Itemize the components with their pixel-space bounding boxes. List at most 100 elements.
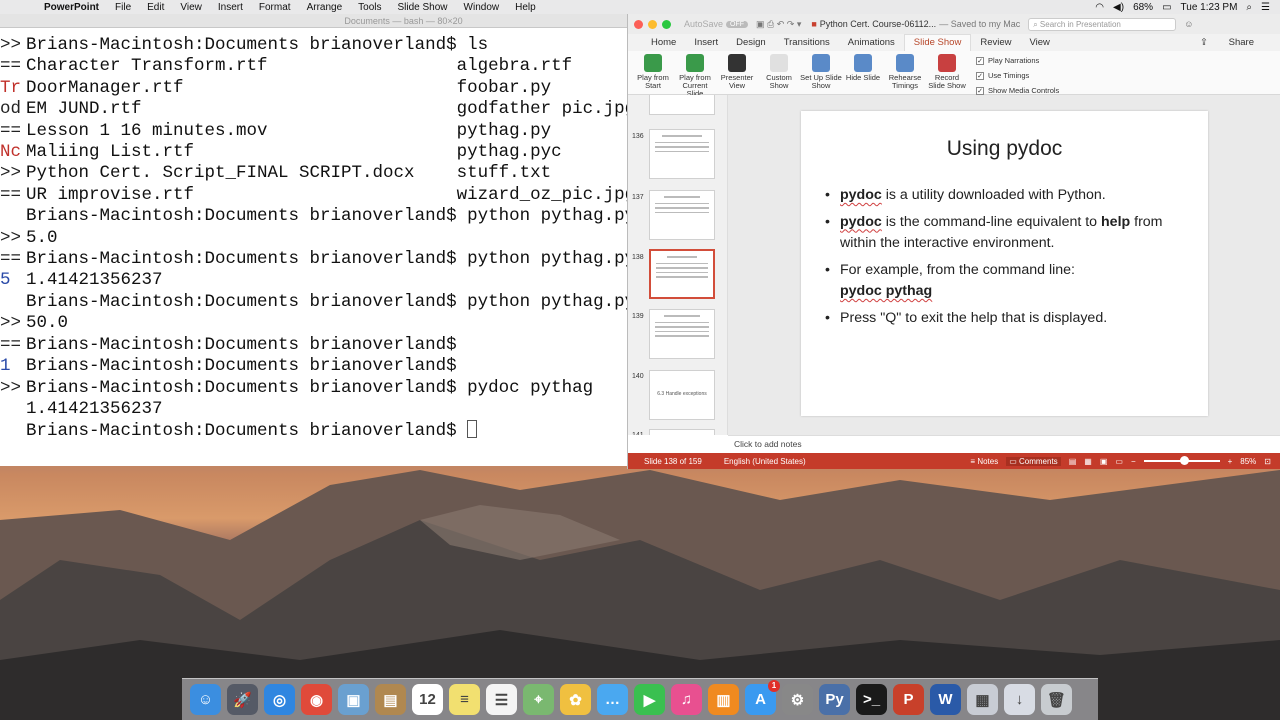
ppt-titlebar[interactable]: AutoSave OFF ▣ ⎙ ↶ ↷ ▾ ■ Python Cert. Co… <box>628 14 1280 34</box>
menu-format[interactable]: Format <box>259 2 291 13</box>
slideshow-view-icon[interactable]: ▭ <box>1115 457 1123 466</box>
terminal-titlebar[interactable]: Documents — bash — 80×20 <box>0 14 627 28</box>
checkbox-icon[interactable]: ✓ <box>976 56 984 65</box>
zoom-out-icon[interactable]: − <box>1131 457 1136 466</box>
comments-toggle[interactable]: ▭ Comments <box>1006 456 1061 466</box>
language[interactable]: English (United States) <box>724 457 806 466</box>
dock-facetime-icon[interactable]: ▶ <box>634 684 665 715</box>
clock[interactable]: Tue 1:23 PM <box>1181 2 1238 13</box>
notes-toggle[interactable]: ≡ Notes <box>970 457 998 466</box>
slide-editor[interactable]: Using pydoc pydoc is a utility downloade… <box>728 95 1280 435</box>
thumbnail-141[interactable] <box>649 429 715 435</box>
dock-terminal-icon[interactable]: >_ <box>856 684 887 715</box>
checkbox-icon[interactable]: ✓ <box>976 86 984 95</box>
tab-slide-show[interactable]: Slide Show <box>903 34 972 51</box>
menu-window[interactable]: Window <box>464 2 500 13</box>
current-slide[interactable]: Using pydoc pydoc is a utility downloade… <box>801 111 1208 416</box>
notes-pane[interactable]: Click to add notes <box>728 435 1280 453</box>
menu-slide-show[interactable]: Slide Show <box>398 2 448 13</box>
check-play-narrations[interactable]: ✓ Play Narrations <box>976 53 1059 68</box>
thumbnail-140[interactable]: 6.3 Handle exceptions <box>649 370 715 420</box>
dock-launchpad-icon[interactable]: 🚀 <box>227 684 258 715</box>
ribbon-button-record-slide-show[interactable]: Record Slide Show <box>926 54 968 98</box>
dock-downloads-icon[interactable]: ↓ <box>1004 684 1035 715</box>
zoom-slider-thumb[interactable] <box>1179 456 1189 465</box>
minimize-button[interactable] <box>648 19 657 29</box>
dock-notes-icon[interactable]: ≡ <box>449 684 480 715</box>
ribbon-button-presenter-view[interactable]: Presenter View <box>716 54 758 98</box>
reading-view-icon[interactable]: ▣ <box>1100 457 1108 466</box>
volume-icon[interactable]: ◀) <box>1113 2 1124 13</box>
zoom-slider[interactable] <box>1143 456 1220 465</box>
dock-maps-icon[interactable]: ⌖ <box>523 684 554 715</box>
ribbon-button-play-from-current-slide[interactable]: Play from Current Slide <box>674 54 716 98</box>
dock-preview-icon[interactable]: ▣ <box>338 684 369 715</box>
share-button[interactable]: ⇪ Share <box>1182 37 1272 48</box>
notification-center-icon[interactable]: ☰ <box>1261 2 1270 13</box>
thumbnail-137[interactable] <box>649 190 715 240</box>
dock-trash-icon[interactable]: 🗑 <box>1041 684 1072 715</box>
tab-transitions[interactable]: Transitions <box>775 37 839 48</box>
ribbon-button-play-from-start[interactable]: Play from Start <box>632 54 674 98</box>
menu-file[interactable]: File <box>115 2 131 13</box>
menu-view[interactable]: View <box>180 2 202 13</box>
battery-icon[interactable]: ▭ <box>1162 2 1171 13</box>
menu-arrange[interactable]: Arrange <box>307 2 343 13</box>
dock-powerpoint-icon[interactable]: P <box>893 684 924 715</box>
dock-app-store-icon[interactable]: A1 <box>745 680 780 715</box>
search-input[interactable]: ⌕ Search in Presentation <box>1028 17 1177 31</box>
ribbon-button-custom-show[interactable]: Custom Show <box>758 54 800 98</box>
terminal-output[interactable]: Brians-Macintosh:Documents brianoverland… <box>26 35 627 443</box>
wifi-icon[interactable]: ◠ <box>1095 2 1104 13</box>
thumbnail-139[interactable] <box>649 309 715 359</box>
thumbnail-138-selected[interactable] <box>649 249 715 299</box>
menu-app-name[interactable]: PowerPoint <box>44 2 99 13</box>
dock-folder-icon[interactable]: ▦ <box>967 684 998 715</box>
tab-review[interactable]: Review <box>971 37 1020 48</box>
quick-access-icons[interactable]: ▣ ⎙ ↶ ↷ ▾ <box>756 19 801 30</box>
autosave-toggle[interactable]: OFF <box>726 20 749 28</box>
check-use-timings[interactable]: ✓ Use Timings <box>976 68 1059 83</box>
dock-ibooks-icon[interactable]: ▥ <box>708 684 739 715</box>
tab-design[interactable]: Design <box>727 37 775 48</box>
menu-insert[interactable]: Insert <box>218 2 243 13</box>
slide-thumbnail-pane[interactable]: 136 137 138 139 140 6.3 Handle exception… <box>628 95 728 435</box>
tab-animations[interactable]: Animations <box>839 37 904 48</box>
dock-python-launcher-icon[interactable]: Py <box>819 684 850 715</box>
dock-itunes-icon[interactable]: ♫ <box>671 684 702 715</box>
thumbnail-135[interactable] <box>649 95 715 115</box>
tab-insert[interactable]: Insert <box>685 37 727 48</box>
slide-bullets[interactable]: pydoc is a utility downloaded with Pytho… <box>825 185 1195 334</box>
normal-view-icon[interactable]: ▤ <box>1069 457 1077 466</box>
menu-edit[interactable]: Edit <box>147 2 164 13</box>
tab-view[interactable]: View <box>1020 37 1058 48</box>
ribbon-button-set-up-slide-show[interactable]: Set Up Slide Show <box>800 54 842 98</box>
dock-chrome-icon[interactable]: ◉ <box>301 684 332 715</box>
menu-tools[interactable]: Tools <box>358 2 381 13</box>
dock-calendar-icon[interactable]: 12 <box>412 684 443 715</box>
battery-percent[interactable]: 68% <box>1133 2 1153 13</box>
slide-title[interactable]: Using pydoc <box>801 137 1208 161</box>
dock-contacts-icon[interactable]: ▤ <box>375 684 406 715</box>
terminal-window[interactable]: Documents — bash — 80×20 >> == Tr od == Nc >> =… <box>0 14 627 466</box>
dock-word-icon[interactable]: W <box>930 684 961 715</box>
spotlight-icon[interactable]: ⌕ <box>1246 2 1252 13</box>
dock-safari-icon[interactable]: ◎ <box>264 684 295 715</box>
zoom-in-icon[interactable]: + <box>1228 457 1233 466</box>
powerpoint-window[interactable]: AutoSave OFF ▣ ⎙ ↶ ↷ ▾ ■ Python Cert. Co… <box>627 14 1280 469</box>
menu-help[interactable]: Help <box>515 2 536 13</box>
smiley-feedback-icon[interactable]: ☺ <box>1184 19 1193 29</box>
fit-slide-icon[interactable]: ⊡ <box>1264 457 1271 466</box>
close-button[interactable] <box>634 19 643 29</box>
dock-finder-icon[interactable]: ☺ <box>190 684 221 715</box>
zoom-level[interactable]: 85% <box>1240 457 1256 466</box>
ribbon-button-rehearse-timings[interactable]: Rehearse Timings <box>884 54 926 98</box>
dock-system-prefs-icon[interactable]: ⚙ <box>782 684 813 715</box>
tab-home[interactable]: Home <box>642 37 685 48</box>
dock-reminders-icon[interactable]: ☰ <box>486 684 517 715</box>
zoom-button[interactable] <box>662 19 671 29</box>
slide-sorter-icon[interactable]: ▦ <box>1084 457 1092 466</box>
dock-messages-icon[interactable]: … <box>597 684 628 715</box>
ribbon-button-hide-slide[interactable]: Hide Slide <box>842 54 884 98</box>
thumbnail-136[interactable] <box>649 129 715 179</box>
